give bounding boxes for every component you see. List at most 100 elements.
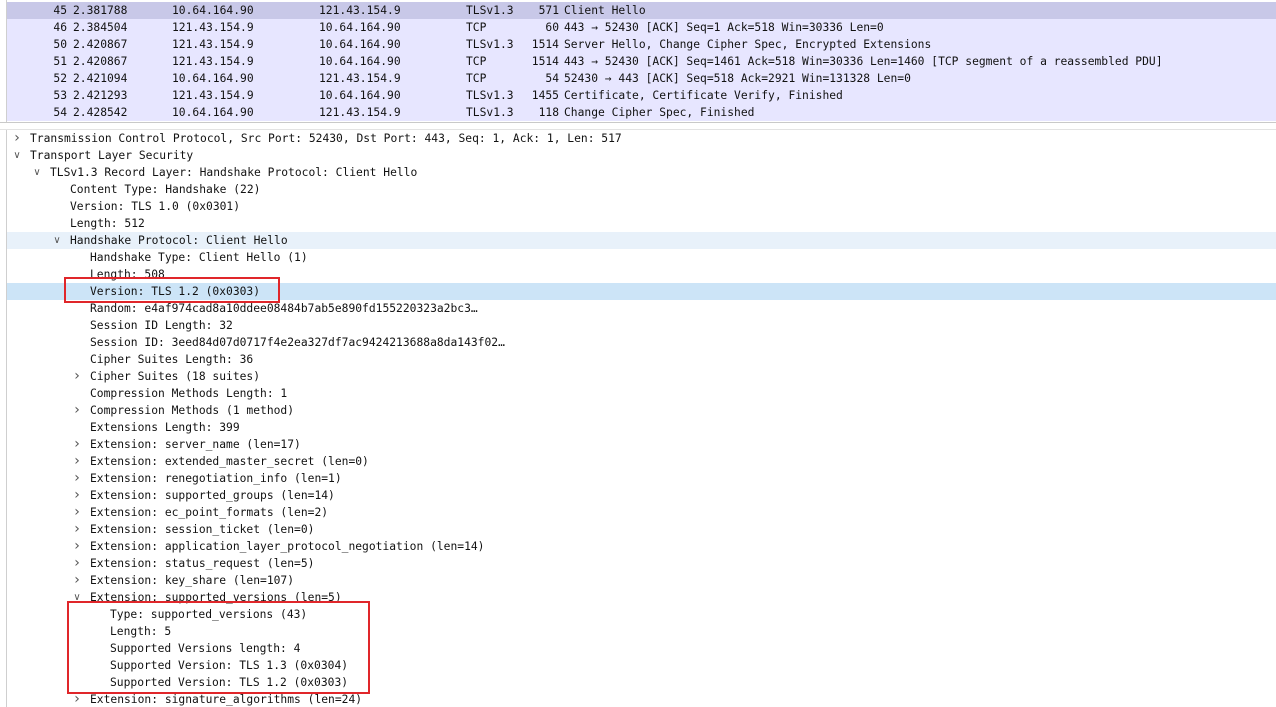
packet-number: 52 [53, 72, 67, 85]
detail-tree-item[interactable]: › Extension: status_request (len=5) [7, 555, 1276, 572]
packet-source: 121.43.154.9 [172, 38, 254, 51]
packet-protocol: TLSv1.3 [466, 106, 514, 119]
detail-tree-label: Handshake Protocol: Client Hello [70, 234, 288, 247]
chevron-down-icon[interactable]: ∨ [51, 232, 63, 249]
chevron-right-icon[interactable]: › [71, 453, 83, 470]
detail-tree-label: Random: e4af974cad8a10ddee08484b7ab5e890… [90, 302, 478, 315]
chevron-right-icon[interactable]: › [11, 130, 23, 147]
detail-tree-label: TLSv1.3 Record Layer: Handshake Protocol… [50, 166, 418, 179]
packet-source: 10.64.164.90 [172, 4, 254, 17]
detail-tree-item[interactable]: ∨ TLSv1.3 Record Layer: Handshake Protoco… [7, 164, 1276, 181]
chevron-right-icon[interactable]: › [71, 487, 83, 504]
packet-destination: 121.43.154.9 [319, 72, 401, 85]
packet-source: 121.43.154.9 [172, 55, 254, 68]
detail-tree-item[interactable]: Session ID: 3eed84d07d0717f4e2ea327df7ac… [7, 334, 1276, 351]
packet-destination: 121.43.154.9 [319, 4, 401, 17]
packet-time: 2.384504 [73, 21, 128, 34]
detail-tree-item[interactable]: Length: 508 [7, 266, 1276, 283]
packet-info: 443 → 52430 [ACK] Seq=1 Ack=518 Win=3033… [564, 21, 884, 34]
chevron-right-icon[interactable]: › [71, 436, 83, 453]
detail-tree-item[interactable]: Content Type: Handshake (22) [7, 181, 1276, 198]
packet-number: 51 [53, 55, 67, 68]
detail-tree-item[interactable]: › Extension: server_name (len=17) [7, 436, 1276, 453]
pane-splitter[interactable] [0, 122, 1276, 130]
packet-destination: 10.64.164.90 [319, 21, 401, 34]
packet-info: Server Hello, Change Cipher Spec, Encryp… [564, 38, 932, 51]
chevron-down-icon[interactable]: ∨ [31, 164, 43, 181]
detail-tree-label: Extension: renegotiation_info (len=1) [90, 472, 342, 485]
packet-row[interactable]: 53 2.421293 121.43.154.9 10.64.164.90 TLSv1.… [7, 87, 1276, 104]
detail-tree-item[interactable]: ∨ Transport Layer Security [7, 147, 1276, 164]
packet-row[interactable]: 52 2.421094 10.64.164.90 121.43.154.9 TCP 54 5… [7, 70, 1276, 87]
chevron-right-icon[interactable]: › [71, 504, 83, 521]
packet-protocol: TCP [466, 55, 487, 68]
detail-tree-item[interactable]: Version: TLS 1.0 (0x0301) [7, 198, 1276, 215]
detail-tree-item[interactable]: Handshake Type: Client Hello (1) [7, 249, 1276, 266]
packet-protocol: TLSv1.3 [466, 38, 514, 51]
detail-tree-item[interactable]: › Extension: supported_groups (len=14) [7, 487, 1276, 504]
detail-tree-item[interactable]: Random: e4af974cad8a10ddee08484b7ab5e890… [7, 300, 1276, 317]
chevron-right-icon[interactable]: › [71, 691, 83, 707]
detail-tree-label: Extension: supported_groups (len=14) [90, 489, 335, 502]
detail-tree-item[interactable]: Supported Versions length: 4 [7, 640, 1276, 657]
packet-protocol: TCP [466, 21, 487, 34]
packet-time: 2.420867 [73, 55, 128, 68]
detail-tree-item[interactable]: › Compression Methods (1 method) [7, 402, 1276, 419]
detail-tree-item[interactable]: Compression Methods Length: 1 [7, 385, 1276, 402]
packet-row[interactable]: 54 2.428542 10.64.164.90 121.43.154.9 TLSv1.… [7, 104, 1276, 121]
packet-row[interactable]: 50 2.420867 121.43.154.9 10.64.164.90 TLSv1.… [7, 36, 1276, 53]
detail-tree-item[interactable]: › Extension: extended_master_secret (len=… [7, 453, 1276, 470]
packet-destination: 10.64.164.90 [319, 55, 401, 68]
packet-row[interactable]: 46 2.384504 121.43.154.9 10.64.164.90 TCP 60 4… [7, 19, 1276, 36]
chevron-right-icon[interactable]: › [71, 572, 83, 589]
detail-tree-item[interactable]: › Extension: key_share (len=107) [7, 572, 1276, 589]
packet-row[interactable]: 45 2.381788 10.64.164.90 121.43.154.9 TLSv1.… [7, 2, 1276, 19]
detail-tree-label: Supported Versions length: 4 [110, 642, 301, 655]
packet-length: 1455 [531, 89, 559, 102]
chevron-right-icon[interactable]: › [71, 368, 83, 385]
packet-destination: 10.64.164.90 [319, 38, 401, 51]
packet-details-gutter [0, 130, 7, 707]
chevron-down-icon[interactable]: ∨ [11, 147, 23, 164]
chevron-right-icon[interactable]: › [71, 555, 83, 572]
detail-tree-label: Extension: ec_point_formats (len=2) [90, 506, 329, 519]
packet-info: Certificate, Certificate Verify, Finishe… [564, 89, 843, 102]
detail-tree-item[interactable]: Length: 512 [7, 215, 1276, 232]
detail-tree-item[interactable]: Length: 5 [7, 623, 1276, 640]
chevron-right-icon[interactable]: › [71, 538, 83, 555]
packet-details-pane: › Transmission Control Protocol, Src Port… [0, 130, 1276, 707]
chevron-right-icon[interactable]: › [71, 470, 83, 487]
detail-tree-item[interactable]: › Cipher Suites (18 suites) [7, 368, 1276, 385]
detail-tree-item[interactable]: › Extension: session_ticket (len=0) [7, 521, 1276, 538]
detail-tree-label: Cipher Suites (18 suites) [90, 370, 261, 383]
detail-tree-item[interactable]: › Transmission Control Protocol, Src Port… [7, 130, 1276, 147]
packet-row[interactable]: 51 2.420867 121.43.154.9 10.64.164.90 TCP 151… [7, 53, 1276, 70]
chevron-right-icon[interactable]: › [71, 402, 83, 419]
detail-tree-item[interactable]: Supported Version: TLS 1.3 (0x0304) [7, 657, 1276, 674]
detail-tree-item[interactable]: Session ID Length: 32 [7, 317, 1276, 334]
detail-tree-item[interactable]: › Extension: ec_point_formats (len=2) [7, 504, 1276, 521]
detail-tree-item[interactable]: ∨ Extension: supported_versions (len=5) [7, 589, 1276, 606]
detail-tree-item[interactable]: › Extension: application_layer_protocol_n… [7, 538, 1276, 555]
detail-tree-label: Length: 5 [110, 625, 172, 638]
packet-length: 118 [538, 106, 559, 119]
packet-number: 46 [53, 21, 67, 34]
detail-tree-label: Compression Methods (1 method) [90, 404, 295, 417]
detail-tree-item[interactable]: › Extension: signature_algorithms (len=24… [7, 691, 1276, 707]
chevron-down-icon[interactable]: ∨ [71, 589, 83, 606]
detail-tree-item[interactable]: Supported Version: TLS 1.2 (0x0303) [7, 674, 1276, 691]
detail-tree-item[interactable]: Cipher Suites Length: 36 [7, 351, 1276, 368]
detail-tree-label: Extension: session_ticket (len=0) [90, 523, 315, 536]
detail-tree-item[interactable]: › Extension: renegotiation_info (len=1) [7, 470, 1276, 487]
detail-tree-label: Transmission Control Protocol, Src Port:… [30, 132, 622, 145]
detail-tree-item[interactable]: Type: supported_versions (43) [7, 606, 1276, 623]
detail-tree-item[interactable]: Extensions Length: 399 [7, 419, 1276, 436]
packet-protocol: TLSv1.3 [466, 89, 514, 102]
detail-tree-item[interactable]: Version: TLS 1.2 (0x0303) [7, 283, 1276, 300]
packet-info: Client Hello [564, 4, 646, 17]
packet-protocol: TLSv1.3 [466, 4, 514, 17]
packet-time: 2.381788 [73, 4, 128, 17]
detail-tree-label: Content Type: Handshake (22) [70, 183, 261, 196]
chevron-right-icon[interactable]: › [71, 521, 83, 538]
detail-tree-item[interactable]: ∨ Handshake Protocol: Client Hello [7, 232, 1276, 249]
